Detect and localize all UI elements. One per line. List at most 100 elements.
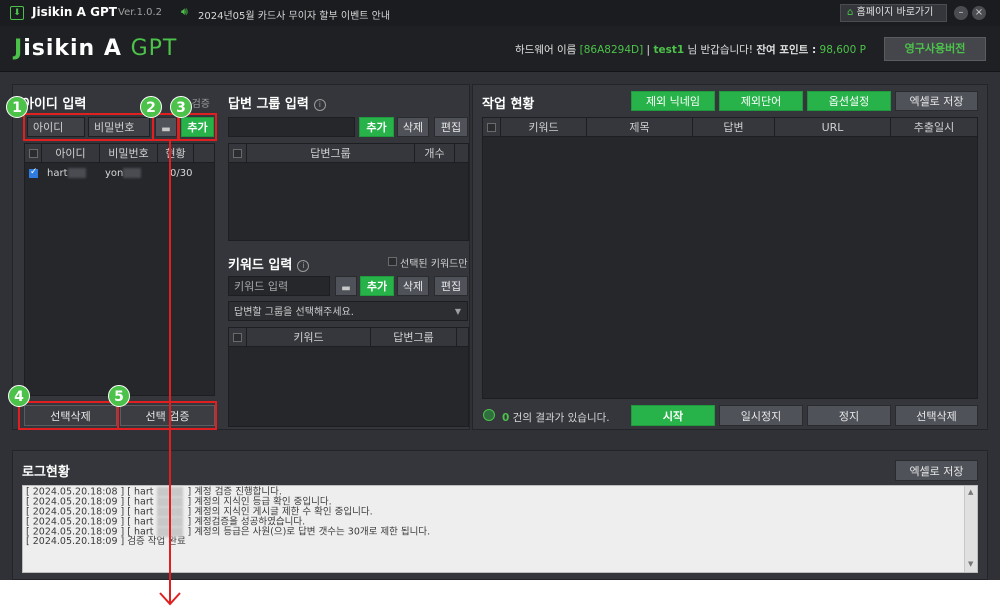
speaker-icon: 🔊︎ bbox=[181, 5, 188, 18]
col-keyword: 키워드 bbox=[247, 328, 371, 347]
home-icon: ⌂ bbox=[847, 7, 854, 18]
group-section-title: 답변 그룹 입력 i bbox=[228, 93, 326, 112]
close-button[interactable]: × bbox=[972, 6, 986, 20]
separator: | bbox=[646, 44, 651, 56]
logo: Jisikin A GPT bbox=[14, 36, 177, 61]
home-button[interactable]: ⌂ 홈페이지 바로가기 bbox=[840, 4, 947, 22]
row-checkbox[interactable] bbox=[29, 167, 38, 178]
col-answer-group: 답변그룹 bbox=[247, 144, 415, 163]
account-info: 하드웨어 이름 [86A8294D] | test1 님 반갑습니다! 잔여 포… bbox=[515, 42, 866, 57]
start-button[interactable]: 시작 bbox=[631, 405, 715, 426]
col-title: 제목 bbox=[587, 118, 693, 137]
delete-group-button[interactable]: 삭제 bbox=[397, 117, 429, 137]
keyword-input[interactable]: 키워드 입력 bbox=[228, 276, 330, 296]
group-input[interactable] bbox=[228, 117, 355, 137]
id-section-title: 아이디 입력 bbox=[22, 97, 87, 112]
log-scrollbar[interactable]: ▲ ▼ bbox=[964, 486, 977, 572]
redacted-blur bbox=[123, 168, 142, 178]
title-bar: ⬇ Jisikin A GPT Ver.1.0.2 🔊︎ 2024년05월 카드… bbox=[0, 0, 1000, 26]
notice-link[interactable]: 2024년05월 카드사 무이자 할부 이벤트 안내 bbox=[198, 7, 390, 22]
exclude-nickname-button[interactable]: 제외 닉네임 bbox=[631, 91, 715, 111]
work-section-title: 작업 현황 bbox=[482, 97, 535, 112]
license-button[interactable]: 영구사용버전 bbox=[884, 37, 986, 61]
options-button[interactable]: 옵션설정 bbox=[807, 91, 891, 111]
col-url: URL bbox=[775, 118, 891, 137]
redacted-blur bbox=[67, 168, 86, 178]
header: Jisikin A GPT 하드웨어 이름 [86A8294D] | test1… bbox=[0, 26, 1000, 72]
keyword-table-header: 키워드 답변그룹 bbox=[229, 328, 468, 347]
logo-gpt: GPT bbox=[130, 36, 178, 61]
points-value: 98,600 P bbox=[819, 44, 866, 56]
group-select[interactable]: 답변할 그룹을 선택해주세요. ▼ bbox=[228, 301, 468, 321]
annotation-badge-1: 1 bbox=[6, 96, 28, 118]
group-select-all-checkbox[interactable] bbox=[233, 149, 242, 158]
home-button-label: 홈페이지 바로가기 bbox=[856, 7, 934, 18]
annotation-box-id-inputs bbox=[23, 113, 154, 141]
hw-label: 하드웨어 이름 bbox=[515, 44, 577, 56]
search-icon bbox=[483, 409, 495, 421]
annotation-badge-5: 5 bbox=[108, 385, 130, 407]
col-answer: 답변 bbox=[693, 118, 775, 137]
row-id: hart bbox=[47, 168, 86, 179]
log-section-title: 로그현황 bbox=[22, 465, 70, 480]
logo-text: isikin A bbox=[23, 36, 122, 61]
keyword-select-all-cell bbox=[229, 328, 247, 347]
result-summary: 0 건의 결과가 있습니다. bbox=[502, 410, 610, 425]
group-select-value: 답변할 그룹을 선택해주세요. bbox=[234, 307, 354, 318]
stop-button[interactable]: 정지 bbox=[807, 405, 891, 426]
group-table: 답변그룹 개수 bbox=[228, 143, 469, 241]
work-table: 키워드 제목 답변 URL 추출일시 bbox=[482, 117, 978, 399]
app-name: Jisikin A GPT bbox=[32, 5, 117, 19]
only-selected-checkbox[interactable] bbox=[388, 257, 397, 266]
annotation-arrow bbox=[159, 140, 181, 606]
folder-icon: ▬ bbox=[341, 283, 351, 294]
work-table-header: 키워드 제목 답변 URL 추출일시 bbox=[483, 118, 977, 137]
scroll-down-icon[interactable]: ▼ bbox=[968, 560, 973, 568]
work-delete-selected-button[interactable]: 선택삭제 bbox=[895, 405, 978, 426]
col-work-keyword: 키워드 bbox=[501, 118, 587, 137]
result-count: 0 bbox=[502, 412, 510, 424]
hw-id: [86A8294D] bbox=[579, 44, 644, 56]
col-count: 개수 bbox=[415, 144, 455, 163]
delete-keyword-button[interactable]: 삭제 bbox=[397, 276, 429, 296]
col-extract-date: 추출일시 bbox=[913, 121, 955, 134]
annotation-badge-4: 4 bbox=[8, 385, 30, 407]
log-message: ] 계정의 등급은 사원(으)로 답변 갯수는 30개로 제한 됩니다. bbox=[187, 526, 431, 538]
edit-group-button[interactable]: 편집 bbox=[434, 117, 468, 137]
add-keyword-button[interactable]: 추가 bbox=[360, 276, 394, 296]
work-select-all-checkbox[interactable] bbox=[487, 123, 496, 132]
result-text: 건의 결과가 있습니다. bbox=[512, 412, 610, 424]
add-group-button[interactable]: 추가 bbox=[359, 117, 394, 137]
info-icon: i bbox=[313, 99, 326, 111]
group-table-header: 답변그룹 개수 bbox=[229, 144, 468, 163]
annotation-badge-3: 3 bbox=[170, 96, 192, 118]
group-select-all-cell bbox=[229, 144, 247, 163]
work-select-all-cell bbox=[483, 118, 501, 137]
app-icon: ⬇ bbox=[10, 6, 24, 20]
col-keyword-group: 답변그룹 bbox=[371, 328, 457, 347]
points-label: 잔여 포인트 : bbox=[756, 44, 817, 56]
col-id: 아이디 bbox=[42, 144, 100, 163]
keyword-section-title: 키워드 입력 i bbox=[228, 254, 310, 273]
version-label: Ver.1.0.2 bbox=[118, 7, 163, 18]
logo-j: J bbox=[14, 36, 24, 61]
annotation-badge-2: 2 bbox=[140, 96, 162, 118]
row-password: yon bbox=[105, 168, 142, 179]
keyword-select-all-checkbox[interactable] bbox=[233, 333, 242, 342]
select-all-checkbox[interactable] bbox=[29, 149, 38, 158]
annotation-box-folder bbox=[152, 113, 179, 141]
annotation-box-delete bbox=[18, 401, 119, 430]
work-excel-button[interactable]: 엑셀로 저장 bbox=[895, 91, 978, 111]
exclude-word-button[interactable]: 제외단어 bbox=[719, 91, 803, 111]
greeting: 님 반갑습니다! bbox=[687, 44, 754, 56]
user-name: test1 bbox=[653, 44, 685, 56]
edit-keyword-button[interactable]: 편집 bbox=[434, 276, 468, 296]
chevron-down-icon: ▼ bbox=[454, 307, 461, 316]
scroll-up-icon[interactable]: ▲ bbox=[968, 488, 973, 496]
keyword-folder-button[interactable]: ▬ bbox=[335, 276, 357, 296]
select-all-cell bbox=[25, 144, 42, 163]
minimize-button[interactable]: – bbox=[954, 6, 968, 20]
only-selected-label: 선택된 키워드만 bbox=[400, 259, 468, 270]
log-excel-button[interactable]: 엑셀로 저장 bbox=[895, 460, 978, 481]
pause-button[interactable]: 일시정지 bbox=[719, 405, 803, 426]
